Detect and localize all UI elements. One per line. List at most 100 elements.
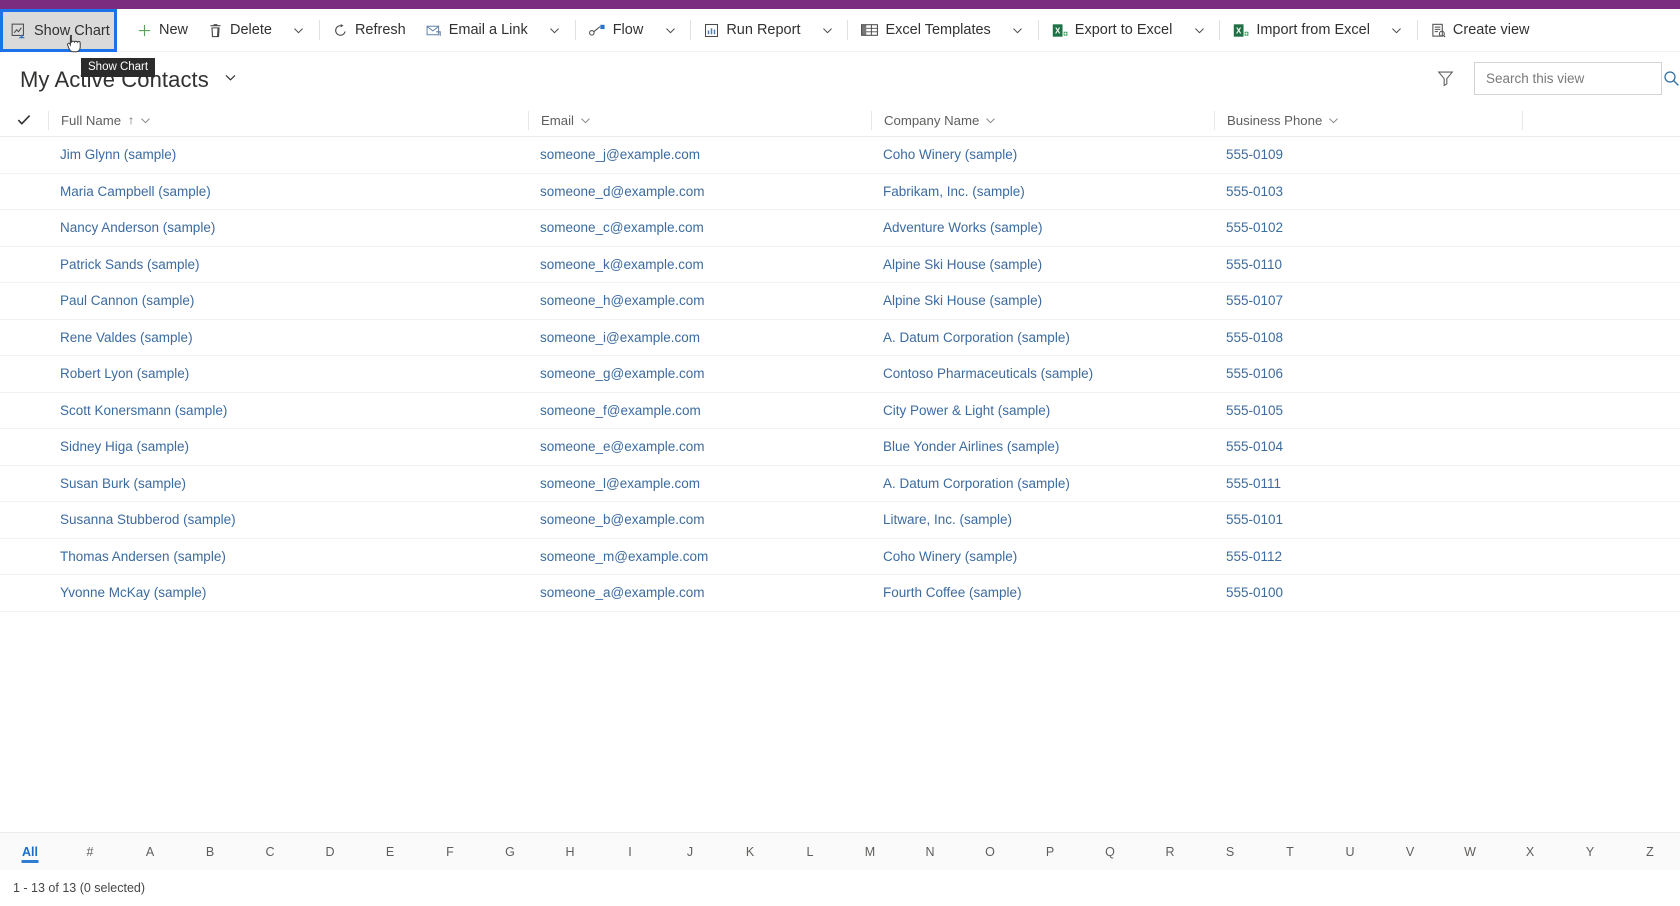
alpha-filter-x[interactable]: X — [1500, 833, 1560, 871]
cell-full-name[interactable]: Yvonne McKay (sample) — [48, 585, 528, 600]
cell-business-phone[interactable]: 555-0106 — [1214, 366, 1537, 381]
chevron-down-icon[interactable] — [140, 115, 151, 126]
cell-business-phone[interactable]: 555-0103 — [1214, 184, 1537, 199]
alpha-filter-e[interactable]: E — [360, 833, 420, 871]
cell-full-name[interactable]: Jim Glynn (sample) — [48, 147, 528, 162]
alpha-filter-z[interactable]: Z — [1620, 833, 1680, 871]
alpha-filter-f[interactable]: F — [420, 833, 480, 871]
alpha-filter-l[interactable]: L — [780, 833, 840, 871]
cell-full-name[interactable]: Sidney Higa (sample) — [48, 439, 528, 454]
table-row[interactable]: Susanna Stubberod (sample) someone_b@exam… — [0, 502, 1680, 539]
new-button[interactable]: New — [127, 10, 198, 50]
cell-company-name[interactable]: Alpine Ski House (sample) — [871, 257, 1214, 272]
cell-business-phone[interactable]: 555-0100 — [1214, 585, 1537, 600]
delete-chevron-down-icon[interactable] — [282, 10, 316, 50]
alpha-filter-k[interactable]: K — [720, 833, 780, 871]
alpha-filter-m[interactable]: M — [840, 833, 900, 871]
filter-button[interactable] — [1428, 61, 1462, 95]
run-report-button[interactable]: Run Report — [694, 10, 810, 50]
table-row[interactable]: Sidney Higa (sample) someone_e@example.co… — [0, 429, 1680, 466]
search-input[interactable] — [1486, 70, 1663, 86]
cell-company-name[interactable]: Alpine Ski House (sample) — [871, 293, 1214, 308]
table-row[interactable]: Nancy Anderson (sample) someone_c@example… — [0, 210, 1680, 247]
cell-email[interactable]: someone_e@example.com — [528, 439, 871, 454]
cell-business-phone[interactable]: 555-0101 — [1214, 512, 1537, 527]
table-row[interactable]: Scott Konersmann (sample) someone_f@examp… — [0, 393, 1680, 429]
chevron-down-icon[interactable] — [985, 115, 996, 126]
cell-company-name[interactable]: Adventure Works (sample) — [871, 220, 1214, 235]
cell-full-name[interactable]: Rene Valdes (sample) — [48, 330, 528, 345]
table-row[interactable]: Paul Cannon (sample) someone_h@example.co… — [0, 283, 1680, 320]
cell-business-phone[interactable]: 555-0102 — [1214, 220, 1537, 235]
alpha-filter-a[interactable]: A — [120, 833, 180, 871]
cell-full-name[interactable]: Maria Campbell (sample) — [48, 184, 528, 199]
alpha-filter-d[interactable]: D — [300, 833, 360, 871]
alpha-filter-t[interactable]: T — [1260, 833, 1320, 871]
alpha-filter-hash[interactable]: # — [60, 833, 120, 871]
column-header-email[interactable]: Email — [528, 110, 871, 130]
cell-business-phone[interactable]: 555-0112 — [1214, 549, 1537, 564]
alpha-filter-i[interactable]: I — [600, 833, 660, 871]
cell-email[interactable]: someone_i@example.com — [528, 330, 871, 345]
cell-company-name[interactable]: Fourth Coffee (sample) — [871, 585, 1214, 600]
flow-chevron-down-icon[interactable] — [653, 10, 687, 50]
create-view-button[interactable]: Create view — [1421, 10, 1540, 50]
alpha-filter-v[interactable]: V — [1380, 833, 1440, 871]
excel-templates-button[interactable]: Excel Templates — [851, 10, 1000, 50]
email-a-link-chevron-down-icon[interactable] — [538, 10, 572, 50]
cell-company-name[interactable]: City Power & Light (sample) — [871, 403, 1214, 418]
cell-email[interactable]: someone_l@example.com — [528, 476, 871, 491]
alpha-filter-p[interactable]: P — [1020, 833, 1080, 871]
alpha-filter-q[interactable]: Q — [1080, 833, 1140, 871]
cell-full-name[interactable]: Scott Konersmann (sample) — [48, 403, 528, 418]
alpha-filter-n[interactable]: N — [900, 833, 960, 871]
export-to-excel-chevron-down-icon[interactable] — [1182, 10, 1216, 50]
chevron-down-icon[interactable] — [580, 115, 591, 126]
alpha-filter-s[interactable]: S — [1200, 833, 1260, 871]
cell-email[interactable]: someone_m@example.com — [528, 549, 871, 564]
cell-business-phone[interactable]: 555-0111 — [1214, 476, 1537, 491]
cell-email[interactable]: someone_j@example.com — [528, 147, 871, 162]
column-header-business-phone[interactable]: Business Phone — [1214, 110, 1537, 130]
search-icon[interactable] — [1663, 70, 1680, 87]
table-row[interactable]: Susan Burk (sample) someone_l@example.com… — [0, 466, 1680, 502]
cell-company-name[interactable]: Litware, Inc. (sample) — [871, 512, 1214, 527]
table-row[interactable]: Jim Glynn (sample) someone_j@example.com C… — [0, 137, 1680, 174]
column-header-company-name[interactable]: Company Name — [871, 110, 1214, 130]
export-to-excel-button[interactable]: X Export to Excel — [1042, 10, 1183, 50]
flow-button[interactable]: Flow — [579, 10, 654, 50]
alpha-filter-u[interactable]: U — [1320, 833, 1380, 871]
cell-full-name[interactable]: Paul Cannon (sample) — [48, 293, 528, 308]
alpha-filter-c[interactable]: C — [240, 833, 300, 871]
alpha-filter-g[interactable]: G — [480, 833, 540, 871]
alpha-filter-y[interactable]: Y — [1560, 833, 1620, 871]
import-from-excel-button[interactable]: X Import from Excel — [1223, 10, 1380, 50]
alpha-filter-all[interactable]: All — [0, 833, 60, 871]
cell-company-name[interactable]: Coho Winery (sample) — [871, 549, 1214, 564]
cell-business-phone[interactable]: 555-0105 — [1214, 403, 1537, 418]
alpha-filter-w[interactable]: W — [1440, 833, 1500, 871]
search-box[interactable] — [1474, 61, 1679, 95]
cell-email[interactable]: someone_a@example.com — [528, 585, 871, 600]
cell-full-name[interactable]: Nancy Anderson (sample) — [48, 220, 528, 235]
table-row[interactable]: Yvonne McKay (sample) someone_a@example.c… — [0, 575, 1680, 612]
cell-email[interactable]: someone_g@example.com — [528, 366, 871, 381]
cell-company-name[interactable]: Fabrikam, Inc. (sample) — [871, 184, 1214, 199]
email-a-link-button[interactable]: Email a Link — [416, 10, 538, 50]
cell-email[interactable]: someone_f@example.com — [528, 403, 871, 418]
column-header-full-name[interactable]: Full Name ↑ — [48, 110, 528, 130]
cell-email[interactable]: someone_k@example.com — [528, 257, 871, 272]
alpha-filter-o[interactable]: O — [960, 833, 1020, 871]
cell-company-name[interactable]: Blue Yonder Airlines (sample) — [871, 439, 1214, 454]
cell-full-name[interactable]: Susan Burk (sample) — [48, 476, 528, 491]
show-chart-button[interactable]: Show Chart — [0, 9, 117, 52]
table-row[interactable]: Robert Lyon (sample) someone_g@example.co… — [0, 356, 1680, 393]
import-from-excel-chevron-down-icon[interactable] — [1380, 10, 1414, 50]
cell-company-name[interactable]: Coho Winery (sample) — [871, 147, 1214, 162]
alpha-filter-r[interactable]: R — [1140, 833, 1200, 871]
alpha-filter-j[interactable]: J — [660, 833, 720, 871]
cell-full-name[interactable]: Robert Lyon (sample) — [48, 366, 528, 381]
cell-email[interactable]: someone_b@example.com — [528, 512, 871, 527]
cell-business-phone[interactable]: 555-0107 — [1214, 293, 1537, 308]
cell-business-phone[interactable]: 555-0110 — [1214, 257, 1537, 272]
